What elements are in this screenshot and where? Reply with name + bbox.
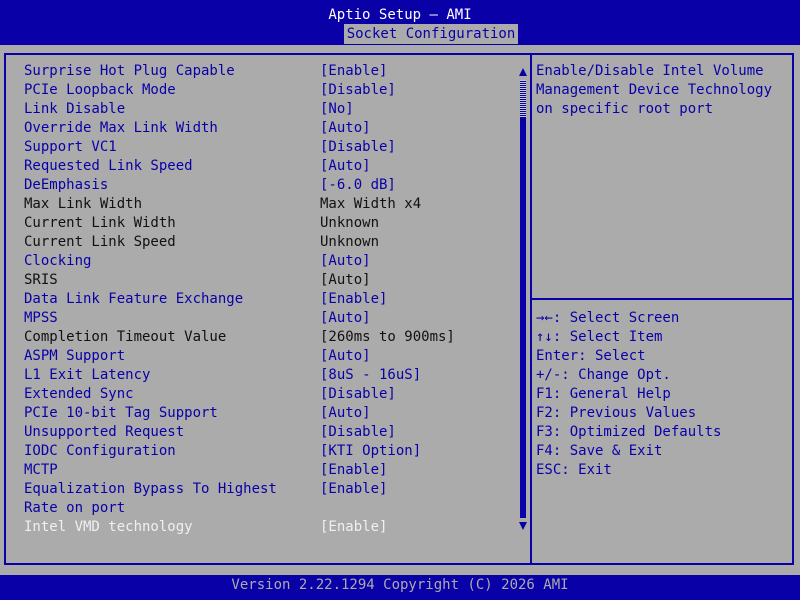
setting-value[interactable]: [No] <box>320 100 354 119</box>
help-divider <box>532 298 794 300</box>
help-text-line: Management Device Technology <box>536 82 773 98</box>
setting-label: Completion Timeout Value <box>24 329 227 345</box>
setting-label: Intel VMD technology <box>24 519 193 535</box>
key-hint: Enter: Select <box>536 348 646 364</box>
setting-value[interactable]: [Enable] <box>320 461 387 480</box>
setting-label: Extended Sync <box>24 386 134 402</box>
setting-label: Equalization Bypass To Highest <box>24 481 277 497</box>
setting-value[interactable]: [Enable] <box>320 518 387 537</box>
setting-label: DeEmphasis <box>24 177 109 193</box>
setting-label: IODC Configuration <box>24 443 176 459</box>
setting-value: Unknown <box>320 215 380 231</box>
setting-label: MPSS <box>24 310 58 326</box>
key-hint: F1: General Help <box>536 386 671 402</box>
setting-value[interactable]: [Disable] <box>320 423 396 442</box>
setting-value[interactable]: [Disable] <box>320 138 396 157</box>
setting-label: Data Link Feature Exchange <box>24 291 244 307</box>
key-hint: F2: Previous Values <box>536 405 697 421</box>
setting-value[interactable]: [Auto] <box>320 157 371 176</box>
setting-value[interactable]: [8uS - 16uS] <box>320 366 421 385</box>
key-hint: F3: Optimized Defaults <box>536 424 722 440</box>
key-hint: →←: Select Screen <box>536 310 680 326</box>
key-hint: ↑↓: Select Item <box>536 329 663 345</box>
tab-socket-configuration[interactable]: Socket Configuration <box>344 24 518 44</box>
setting-label: Current Link Speed <box>24 234 176 250</box>
setting-value: Unknown <box>320 234 380 250</box>
setting-label: PCIe Loopback Mode <box>24 82 176 98</box>
vertical-divider <box>530 53 532 565</box>
setting-label: Link Disable <box>24 101 126 117</box>
setting-label: Override Max Link Width <box>24 120 218 136</box>
setting-label: ASPM Support <box>24 348 126 364</box>
scrollbar[interactable] <box>518 64 528 534</box>
setting-label: Rate on port <box>24 500 126 516</box>
scroll-down-arrow-icon[interactable] <box>519 522 527 530</box>
footer-bar: Version 2.22.1294 Copyright (C) 2026 AMI <box>0 575 800 600</box>
setting-value[interactable]: [Enable] <box>320 290 387 309</box>
setting-value[interactable]: [Auto] <box>320 119 371 138</box>
setting-label: SRIS <box>24 272 58 288</box>
setting-value[interactable]: [Auto] <box>320 309 371 328</box>
setting-label: MCTP <box>24 462 58 478</box>
setting-value[interactable]: [Disable] <box>320 81 396 100</box>
setting-value: Max Width x4 <box>320 196 422 212</box>
setting-value[interactable]: [Auto] <box>320 252 371 271</box>
scroll-up-arrow-icon[interactable] <box>519 68 527 76</box>
setting-value: [260ms to 900ms] <box>320 329 455 345</box>
scroll-thumb[interactable] <box>520 80 526 118</box>
scroll-track[interactable] <box>520 80 526 518</box>
setting-label: Surprise Hot Plug Capable <box>24 63 235 79</box>
setting-label: Support VC1 <box>24 139 117 155</box>
setting-value[interactable]: [Disable] <box>320 385 396 404</box>
setting-value[interactable]: [-6.0 dB] <box>320 176 396 195</box>
help-text-line: on specific root port <box>536 101 714 117</box>
setting-label: Unsupported Request <box>24 424 185 440</box>
key-hint: F4: Save & Exit <box>536 443 663 459</box>
app-title: Aptio Setup – AMI <box>328 7 472 23</box>
setting-value[interactable]: [Enable] <box>320 480 387 499</box>
setting-value: [Auto] <box>320 272 371 288</box>
title-bar: Aptio Setup – AMI Socket Configuration <box>0 0 800 45</box>
setting-value[interactable]: [Auto] <box>320 404 371 423</box>
setting-label: Clocking <box>24 253 92 269</box>
version-text: Version 2.22.1294 Copyright (C) 2026 AMI <box>231 577 569 593</box>
setting-value[interactable]: [Auto] <box>320 347 371 366</box>
setting-label: Current Link Width <box>24 215 176 231</box>
setting-label: L1 Exit Latency <box>24 367 151 383</box>
setting-label: PCIe 10-bit Tag Support <box>24 405 218 421</box>
setting-value[interactable]: [Enable] <box>320 62 387 81</box>
help-text-line: Enable/Disable Intel Volume <box>536 63 764 79</box>
key-hint: ESC: Exit <box>536 462 612 478</box>
setting-label: Max Link Width <box>24 196 143 212</box>
setting-value[interactable]: [KTI Option] <box>320 442 421 461</box>
key-hint: +/-: Change Opt. <box>536 367 671 383</box>
setting-label: Requested Link Speed <box>24 158 193 174</box>
